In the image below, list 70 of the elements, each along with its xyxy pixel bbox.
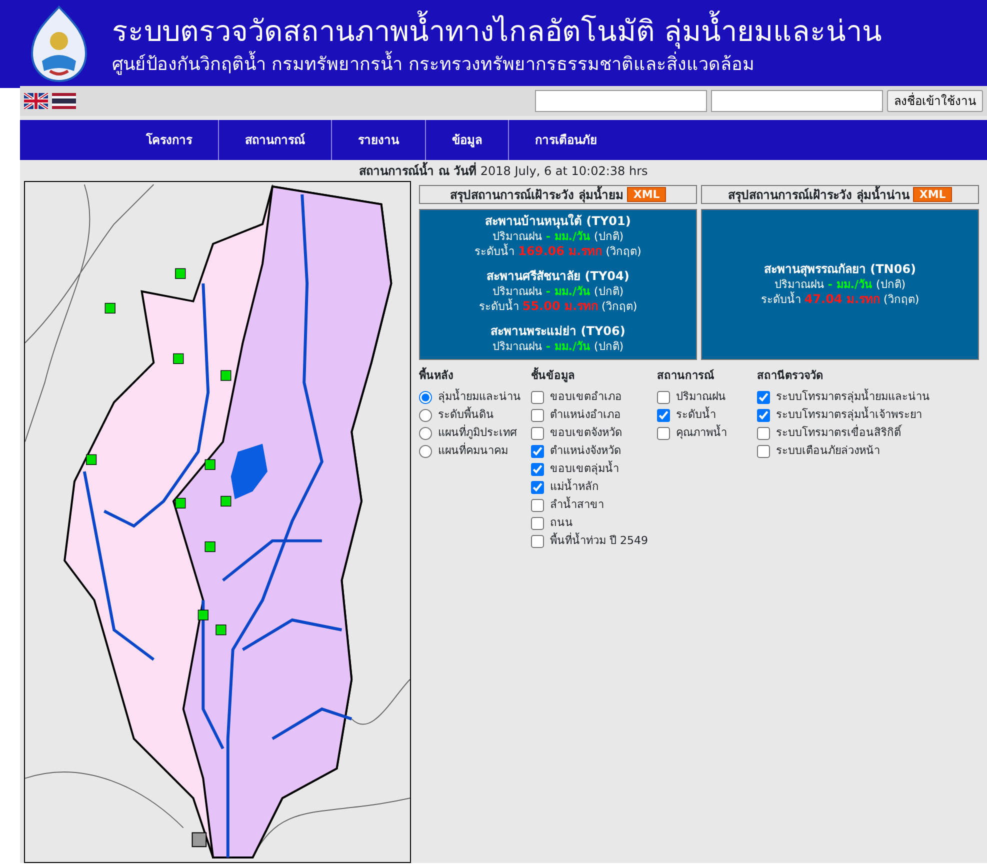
nav-link[interactable]: การเตือนภัย	[509, 120, 623, 160]
option-label: ระบบโทรมาตรเขื่อนสิริกิติ์	[776, 424, 901, 440]
option-label: ปริมาณฝน	[676, 388, 726, 404]
checkbox[interactable]	[657, 426, 670, 440]
option-label: ระบบโทรมาตรลุ่มน้ำเจ้าพระยา	[776, 406, 922, 422]
station-reading: ระดับน้ำ 169.06 ม.รทก (วิกฤต)	[474, 244, 642, 259]
uk-flag-icon[interactable]	[24, 93, 48, 109]
checkbox[interactable]	[531, 390, 544, 404]
nav-link[interactable]: ข้อมูล	[426, 120, 509, 160]
station-name: สะพานศรีสัชนาลัย (TY04)	[486, 269, 630, 284]
option-label: ระดับน้ำ	[676, 406, 716, 422]
option-label: ขอบเขตอำเภอ	[550, 388, 622, 404]
panel-title: สรุปสถานการณ์เฝ้าระวัง ลุ่มน้ำน่าน	[728, 186, 910, 204]
nav-link[interactable]: รายงาน	[332, 120, 426, 160]
option-label: ระดับพื้นดิน	[438, 406, 494, 422]
checkbox[interactable]	[531, 462, 544, 476]
nav-link[interactable]: สถานการณ์	[219, 120, 332, 160]
site-title: ระบบตรวจวัดสถานภาพน้ำทางไกลอัตโนมัติ ลุ่มน้ำยมและน่าน	[112, 11, 882, 52]
checkbox[interactable]	[757, 426, 770, 440]
station-name: สะพานบ้านหนุนใต้ (TY01)	[484, 214, 632, 229]
checkbox[interactable]	[757, 408, 770, 422]
station-reading: ปริมาณฝน - มม./วัน (ปกติ)	[491, 284, 625, 298]
radio-button[interactable]	[419, 390, 432, 404]
option-label: ระบบโทรมาตรลุ่มน้ำยมและน่าน	[776, 388, 930, 404]
layer-group-title: พื้นหลัง	[419, 368, 454, 384]
checkbox[interactable]	[757, 390, 770, 404]
station-reading: ปริมาณฝน - มม./วัน (ปกติ)	[491, 229, 625, 244]
station-reading: ระดับน้ำ 55.00 ม.รทก (วิกฤต)	[478, 299, 638, 314]
thai-flag-icon[interactable]	[52, 93, 76, 109]
radio-button[interactable]	[419, 408, 432, 422]
option-label: แผนที่คมนาคม	[438, 442, 508, 458]
site-subtitle: ศูนย์ป้องกันวิกฤติน้ำ กรมทรัพยากรน้ำ กระทรวงทรัพยากรธรรมชาติและสิ่งแวดล้อม	[112, 52, 882, 77]
panel-title: สรุปสถานการณ์เฝ้าระวัง ลุ่มน้ำยม	[450, 186, 624, 204]
station-reading: ปริมาณฝน - มม./วัน (ปกติ)	[773, 277, 907, 292]
layer-group-title: สถานีตรวจวัด	[757, 368, 824, 384]
option-label: ลำน้ำสาขา	[550, 496, 604, 512]
checkbox[interactable]	[531, 408, 544, 422]
option-label: คุณภาพน้ำ	[676, 424, 727, 440]
checkbox[interactable]	[531, 534, 544, 548]
station-reading: ระดับน้ำ 47.04 ม.รทก (วิกฤต)	[760, 292, 920, 307]
station-reading: ปริมาณฝน - มม./วัน (ปกติ)	[491, 339, 625, 354]
checkbox[interactable]	[531, 498, 544, 512]
checkbox[interactable]	[531, 426, 544, 440]
checkbox[interactable]	[657, 408, 670, 422]
layer-group-title: สถานการณ์	[657, 368, 715, 384]
checkbox[interactable]	[657, 390, 670, 404]
date-line: สถานการณ์น้ำ ณ วันที่ 2018 July, 6 at 10:02:38 hrs	[20, 160, 987, 181]
option-label: ตำแหน่งอำเภอ	[550, 406, 621, 422]
checkbox[interactable]	[757, 444, 770, 458]
option-label: ระบบเตือนภัยล่วงหน้า	[776, 442, 880, 458]
station-name: สะพานสุพรรณกัลยา (TN06)	[762, 262, 918, 277]
checkbox[interactable]	[531, 516, 544, 530]
checkbox[interactable]	[531, 480, 544, 494]
radio-button[interactable]	[419, 444, 432, 458]
option-label: แม่น้ำหลัก	[550, 478, 599, 494]
option-label: แผนที่ภูมิประเทศ	[438, 424, 517, 440]
option-label: ขอบเขตลุ่มน้ำ	[550, 460, 619, 476]
station-name: สะพานพระแม่ย่า (TY06)	[490, 324, 626, 339]
username-field[interactable]	[535, 90, 707, 112]
option-label: ลุ่มน้ำยมและน่าน	[438, 388, 521, 404]
nav-link[interactable]: โครงการ	[120, 120, 219, 160]
option-label: ถนน	[550, 514, 573, 530]
option-label: ตำแหน่งจังหวัด	[550, 442, 621, 458]
option-label: ขอบเขตจังหวัด	[550, 424, 622, 440]
radio-button[interactable]	[419, 426, 432, 440]
password-field[interactable]	[711, 90, 883, 112]
layer-group-title: ชั้นข้อมูล	[531, 368, 576, 384]
option-label: พื้นที่น้ำท่วม ปี 2549	[550, 532, 648, 548]
checkbox[interactable]	[531, 444, 544, 458]
login-button[interactable]: ลงชื่อเข้าใช้งาน	[887, 90, 983, 112]
